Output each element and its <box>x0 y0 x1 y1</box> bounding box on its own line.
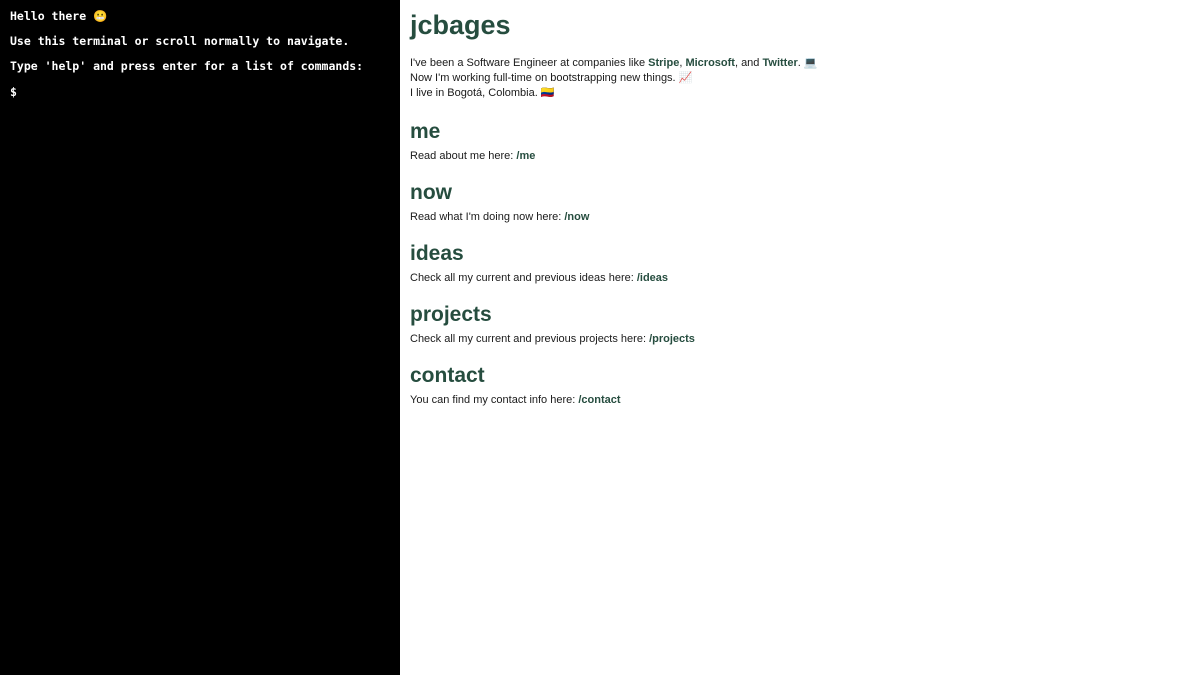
section-me-heading: me <box>410 120 441 143</box>
microsoft-link[interactable]: Microsoft <box>685 57 735 69</box>
section-projects-heading: projects <box>410 303 492 326</box>
terminal-instruction-navigate: Use this terminal or scroll normally to … <box>10 34 350 48</box>
intro-line-work: I've been a Software Engineer at compani… <box>410 56 1190 71</box>
section-contact-heading: contact <box>410 364 485 387</box>
section-projects-description: Check all my current and previous projec… <box>410 333 650 345</box>
stripe-link[interactable]: Stripe <box>648 57 679 69</box>
section-projects-text: Check all my current and previous projec… <box>410 332 1190 347</box>
section-now-heading: now <box>410 181 452 204</box>
intro-line-location: I live in Bogotá, Colombia. 🇨🇴 <box>410 87 555 99</box>
ideas-link[interactable]: /ideas <box>637 272 668 284</box>
section-me: me Read about me here: /me <box>410 119 1190 164</box>
intro-line-now: Now I'm working full-time on bootstrappi… <box>410 72 693 84</box>
terminal-instruction-help: Type 'help' and press enter for a list o… <box>10 59 364 73</box>
section-now: now Read what I'm doing now here: /now <box>410 180 1190 225</box>
section-contact: contact You can find my contact info her… <box>410 363 1190 408</box>
intro-line-work-suffix: . 💻 <box>797 57 818 69</box>
section-now-description: Read what I'm doing now here: <box>410 211 565 223</box>
section-projects: projects Check all my current and previo… <box>410 302 1190 347</box>
terminal-greeting: Hello there 😬 <box>10 9 108 23</box>
twitter-link[interactable]: Twitter <box>762 57 797 69</box>
terminal-prompt-row: $ <box>10 85 390 99</box>
section-me-text: Read about me here: /me <box>410 149 1190 164</box>
section-ideas-description: Check all my current and previous ideas … <box>410 272 637 284</box>
section-ideas-heading: ideas <box>410 242 464 265</box>
section-ideas: ideas Check all my current and previous … <box>410 241 1190 286</box>
now-link[interactable]: /now <box>564 211 589 223</box>
terminal-command-input[interactable] <box>24 85 390 99</box>
site-title: jcbages <box>410 10 511 40</box>
contact-link[interactable]: /contact <box>578 394 620 406</box>
terminal-panel[interactable]: Hello there 😬 Use this terminal or scrol… <box>0 0 400 675</box>
terminal-prompt-symbol: $ <box>10 84 17 99</box>
intro-separator-2: , and <box>734 57 763 69</box>
page: Hello there 😬 Use this terminal or scrol… <box>0 0 1200 675</box>
section-contact-text: You can find my contact info here: /cont… <box>410 393 1190 408</box>
section-contact-description: You can find my contact info here: <box>410 394 579 406</box>
main-content: jcbages I've been a Software Engineer at… <box>400 0 1200 675</box>
projects-link[interactable]: /projects <box>649 333 695 345</box>
section-now-text: Read what I'm doing now here: /now <box>410 210 1190 225</box>
intro: I've been a Software Engineer at compani… <box>410 56 1190 101</box>
intro-line-work-prefix: I've been a Software Engineer at compani… <box>410 57 649 69</box>
me-link[interactable]: /me <box>516 150 535 162</box>
section-me-description: Read about me here: <box>410 150 517 162</box>
section-ideas-text: Check all my current and previous ideas … <box>410 271 1190 286</box>
